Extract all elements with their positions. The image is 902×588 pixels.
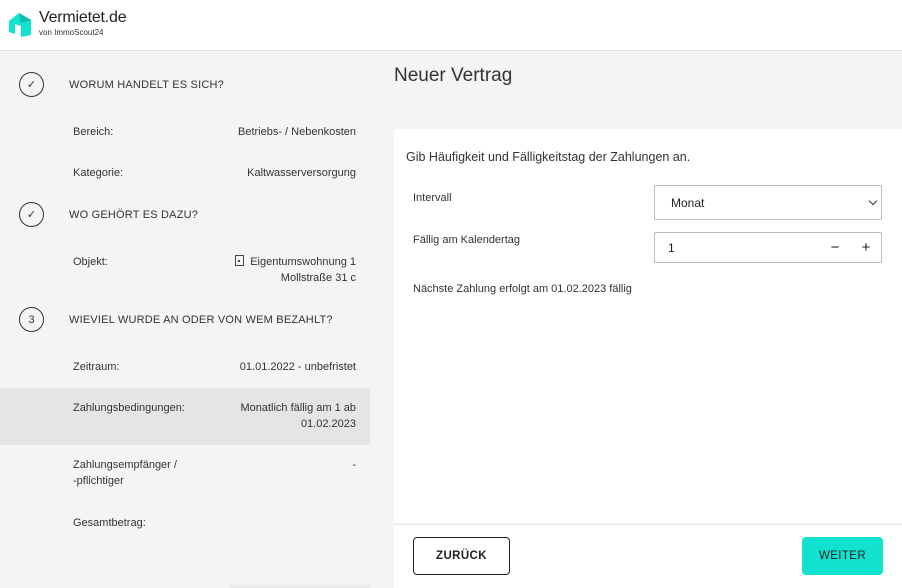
brand-logo[interactable]: Vermietet.de von ImmoScout24 [7, 9, 127, 38]
form-footer: ZURÜCK WEITER [394, 524, 902, 588]
row-value: Monatlich fällig am 1 ab 01.02.2023 [240, 400, 356, 432]
brand-name: Vermietet.de [39, 9, 127, 26]
step-1-title: WORUM HANDELT ES SICH? [69, 79, 224, 91]
next-payment-info: Nächste Zahlung erfolgt am 01.02.2023 fä… [413, 283, 632, 295]
row-value-line: Monatlich fällig am 1 ab [240, 402, 356, 414]
interval-select[interactable]: Monat [654, 185, 882, 220]
step-2-title: WO GEHÖRT ES DAZU? [69, 209, 199, 221]
check-circle-icon: ✓ [19, 202, 44, 227]
app-header: Vermietet.de von ImmoScout24 [0, 0, 902, 51]
row-value: 01.01.2022 - unbefristet [239, 361, 356, 373]
row-value: Betriebs- / Nebenkosten [237, 126, 356, 138]
row-value: Eigentumswohnung 1 Mollstraße 31 c [235, 254, 356, 286]
step-1-header[interactable]: ✓ WORUM HANDELT ES SICH? [0, 70, 370, 100]
row-label: Gesamtbetrag: [73, 517, 146, 529]
chevron-down-icon [868, 196, 878, 206]
due-day-label: Fällig am Kalendertag [413, 234, 521, 246]
summary-sidebar: ✓ WORUM HANDELT ES SICH? Bereich: Betrie… [0, 52, 370, 588]
row-label: Kategorie: [73, 167, 124, 179]
next-button[interactable]: WEITER [802, 537, 883, 575]
summary-row-objekt: Objekt: Eigentumswohnung 1 Mollstraße 31… [0, 254, 370, 290]
step-3-header[interactable]: 3 WIEVIEL WURDE AN ODER VON WEM BEZAHLT? [0, 305, 370, 335]
house-logo-icon [9, 13, 31, 37]
summary-row-kategorie: Kategorie: Kaltwasserversorgung [0, 165, 370, 185]
interval-selected-value: Monat [671, 196, 705, 210]
summary-row-bereich: Bereich: Betriebs- / Nebenkosten [0, 124, 370, 144]
object-name: Eigentumswohnung 1 [250, 256, 356, 268]
object-address: Mollstraße 31 c [280, 272, 356, 284]
interval-label: Intervall [413, 192, 452, 204]
summary-row-zeitraum: Zeitraum: 01.01.2022 - unbefristet [0, 359, 370, 379]
row-label: Objekt: [73, 256, 108, 268]
row-label-line: -pflichtiger [73, 475, 124, 487]
row-label: Bereich: [73, 126, 114, 138]
row-label: Zahlungsbedingungen: [73, 402, 185, 414]
row-label: Zahlungsempfänger / -pflichtiger [73, 457, 177, 489]
summary-row-gesamtbetrag: Gesamtbetrag: [0, 515, 370, 535]
decrement-button[interactable]: − [825, 237, 845, 259]
form-instruction: Gib Häufigkeit und Fälligkeitstag der Za… [406, 150, 691, 164]
summary-row-zahlungsempfaenger: Zahlungsempfänger / -pflichtiger - [0, 457, 370, 493]
row-value: - [352, 459, 356, 471]
step-number-icon: 3 [19, 307, 44, 332]
due-day-stepper[interactable]: 1 − + [654, 232, 882, 263]
row-label: Zeitraum: [73, 361, 120, 373]
contract-form-card: Gib Häufigkeit und Fälligkeitstag der Za… [394, 129, 902, 523]
increment-button[interactable]: + [856, 237, 876, 259]
step-2-header[interactable]: ✓ WO GEHÖRT ES DAZU? [0, 200, 370, 230]
scroll-shadow [230, 582, 370, 588]
brand-subtitle: von ImmoScout24 [39, 28, 104, 37]
step-3-title: WIEVIEL WURDE AN ODER VON WEM BEZAHLT? [69, 314, 333, 326]
check-circle-icon: ✓ [19, 72, 44, 97]
building-icon [235, 255, 245, 266]
row-value: Kaltwasserversorgung [247, 167, 356, 179]
due-day-value[interactable]: 1 [668, 241, 675, 255]
row-value-line: 01.02.2023 [300, 418, 356, 430]
row-label-line: Zahlungsempfänger / [73, 459, 177, 471]
back-button[interactable]: ZURÜCK [413, 537, 510, 575]
page-title: Neuer Vertrag [394, 65, 513, 86]
summary-row-zahlungsbedingungen: Zahlungsbedingungen: Monatlich fällig am… [0, 388, 370, 445]
